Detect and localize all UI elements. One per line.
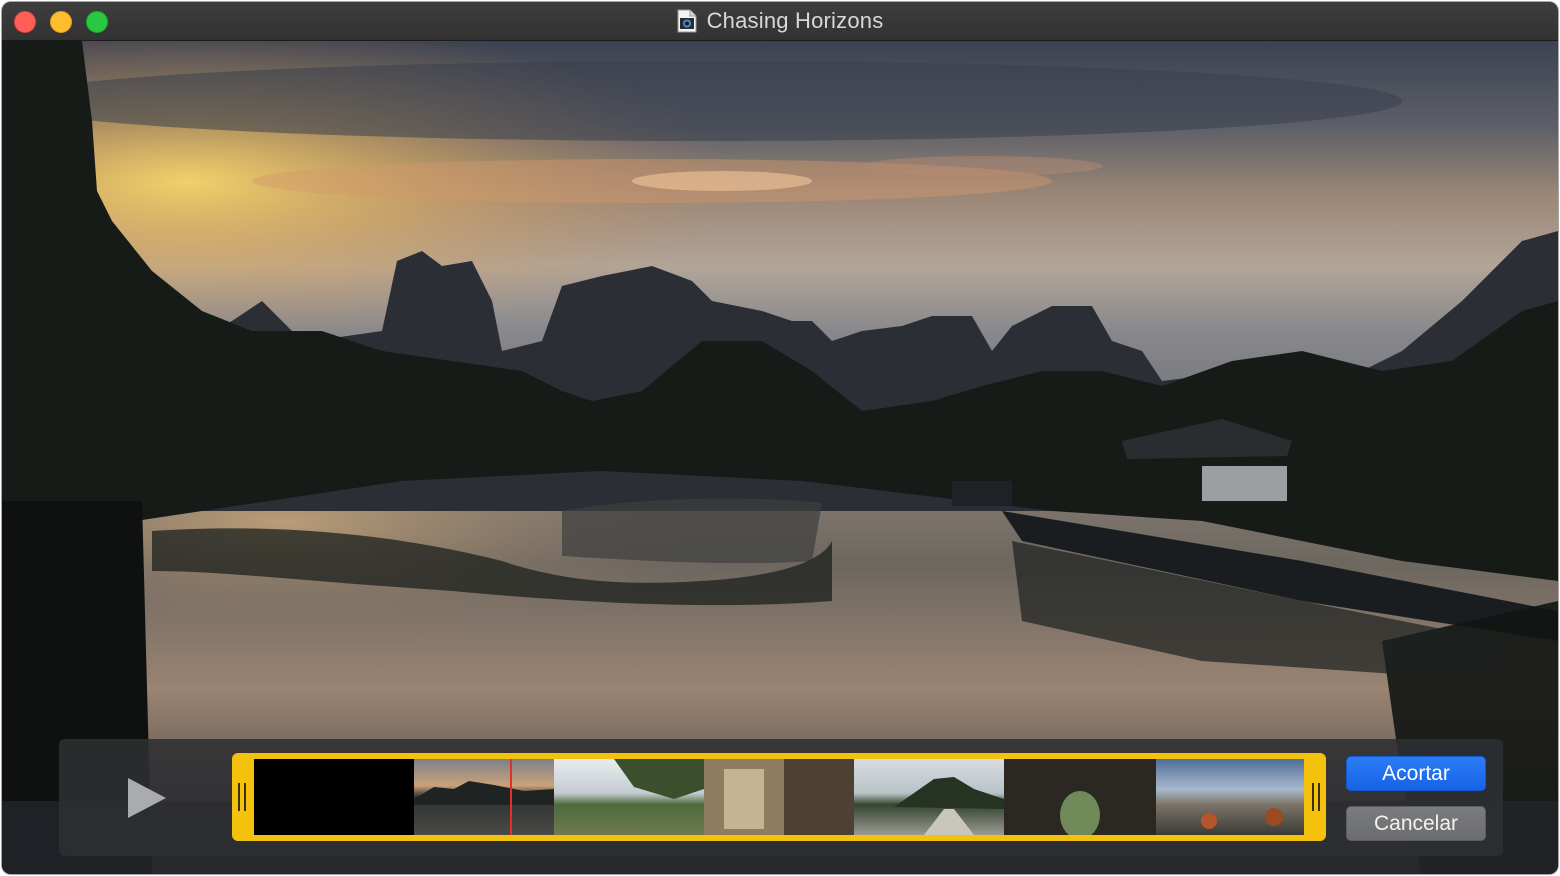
playhead[interactable] bbox=[510, 759, 512, 835]
minimize-button[interactable] bbox=[50, 11, 72, 33]
close-button[interactable] bbox=[14, 11, 36, 33]
quicktime-document-icon bbox=[677, 9, 697, 33]
filmstrip[interactable] bbox=[254, 759, 1304, 835]
trim-end-handle[interactable] bbox=[1312, 783, 1320, 811]
window-title-text: Chasing Horizons bbox=[706, 8, 884, 33]
trim-selection[interactable] bbox=[232, 753, 1326, 841]
play-icon bbox=[128, 778, 166, 818]
window-title: Chasing Horizons bbox=[677, 8, 884, 34]
trim-start-handle[interactable] bbox=[238, 783, 246, 811]
trim-button[interactable]: Acortar bbox=[1346, 756, 1486, 791]
filmstrip-thumbnails bbox=[254, 759, 1304, 835]
title-bar[interactable]: Chasing Horizons bbox=[2, 2, 1558, 41]
video-frame[interactable]: Acortar Cancelar bbox=[2, 41, 1558, 874]
zoom-button[interactable] bbox=[86, 11, 108, 33]
quicktime-window: Chasing Horizons Acortar Cancelar bbox=[2, 2, 1558, 874]
window-controls bbox=[14, 11, 108, 33]
play-button[interactable] bbox=[123, 775, 169, 821]
trim-controls-bar: Acortar Cancelar bbox=[59, 739, 1503, 856]
cancel-button[interactable]: Cancelar bbox=[1346, 806, 1486, 841]
